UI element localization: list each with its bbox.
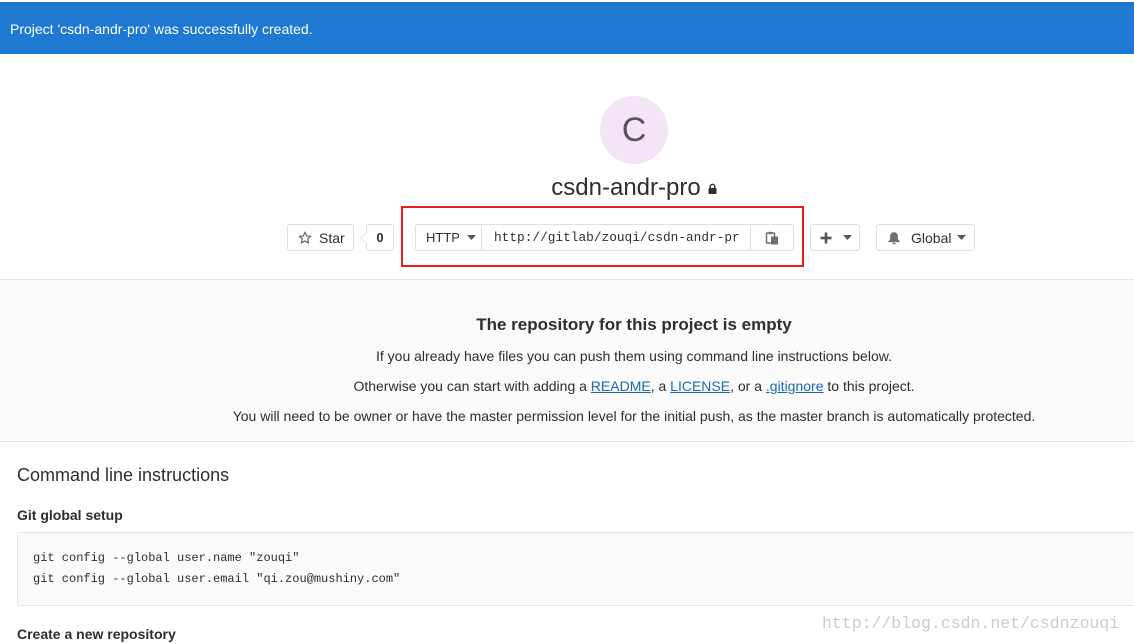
watermark: http://blog.csdn.net/csdnzouqi [822, 614, 1120, 633]
templates-text-separator: , or a [730, 378, 766, 394]
plus-icon [820, 232, 832, 244]
copy-url-button[interactable] [750, 224, 794, 251]
clipboard-icon [765, 231, 779, 245]
project-avatar: C [600, 96, 668, 164]
caret-down-icon [957, 235, 967, 240]
notification-level-dropdown[interactable]: Global [876, 224, 975, 251]
instructions-title: Command line instructions [17, 465, 230, 485]
flash-message: Project 'csdn-andr-pro' was successfully… [10, 21, 313, 37]
templates-text-after: to this project. [823, 378, 915, 394]
section-title-git-global-setup: Git global setup [17, 507, 123, 523]
project-name: csdn-andr-pro [551, 174, 701, 201]
bell-icon [887, 231, 901, 245]
code-block-git-global-setup: git config --global user.name "zouqi" git… [17, 532, 1134, 606]
empty-state-push-text: If you already have files you can push t… [376, 348, 892, 364]
empty-state-permission-text: You will need to be owner or have the ma… [232, 408, 1036, 424]
gitignore-link[interactable]: .gitignore [766, 378, 824, 394]
caret-down-icon [466, 235, 476, 240]
empty-state-templates-text: Otherwise you can start with adding a RE… [134, 376, 1134, 396]
code-line: git config --global user.name "zouqi" [33, 551, 300, 565]
templates-text-before: Otherwise you can start with adding a [353, 378, 591, 394]
section-title-create-repository: Create a new repository [17, 626, 176, 642]
notification-level-label: Global [911, 229, 952, 246]
star-count[interactable]: 0 [360, 224, 394, 251]
star-button[interactable]: Star [287, 224, 354, 251]
clone-protocol-label: HTTP [426, 230, 460, 245]
caret-down-icon [843, 235, 852, 240]
flash-notice: Project 'csdn-andr-pro' was successfully… [0, 2, 1134, 54]
star-icon [298, 231, 312, 245]
star-label: Star [319, 229, 345, 246]
clone-url-input[interactable] [482, 224, 750, 251]
lock-icon [708, 183, 717, 194]
license-link[interactable]: LICENSE [670, 378, 730, 394]
code-line: git config --global user.email "qi.zou@m… [33, 572, 401, 586]
clone-protocol-dropdown[interactable]: HTTP [415, 224, 482, 251]
templates-text-separator: , a [650, 378, 671, 394]
empty-state-title: The repository for this project is empty [476, 315, 792, 334]
project-title: csdn-andr-pro [134, 174, 1134, 202]
readme-link[interactable]: README [591, 378, 651, 394]
new-item-dropdown[interactable] [810, 224, 860, 251]
